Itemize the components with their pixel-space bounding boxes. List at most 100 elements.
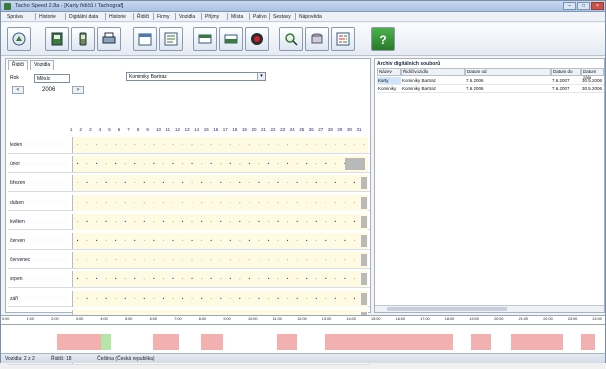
day-cell[interactable]: · (266, 200, 271, 205)
tab-ridici[interactable]: Řidiči (8, 60, 29, 70)
day-cell[interactable]: · (142, 142, 147, 147)
day-cell[interactable]: • (323, 238, 328, 243)
day-cell[interactable]: • (266, 238, 271, 243)
day-cell[interactable]: ◦ (333, 276, 338, 281)
day-cell[interactable]: · (161, 257, 166, 262)
phone-button[interactable] (71, 27, 95, 51)
day-cell[interactable]: · (256, 142, 261, 147)
day-cell[interactable]: ◦ (190, 257, 195, 262)
day-cell[interactable]: · (85, 142, 90, 147)
day-cell[interactable]: - (132, 180, 137, 185)
day-cell[interactable]: - (171, 296, 176, 301)
day-cell[interactable]: - (151, 296, 156, 301)
day-cell[interactable]: • (209, 276, 214, 281)
day-cell[interactable]: • (342, 238, 347, 243)
day-cell[interactable]: · (142, 257, 147, 262)
day-cell[interactable]: ◦ (199, 161, 204, 166)
day-cell[interactable]: • (123, 296, 128, 301)
day-cell[interactable]: ◦ (85, 200, 90, 205)
day-cell[interactable]: • (323, 276, 328, 281)
menu-item[interactable]: Firmy (157, 14, 170, 20)
day-cell[interactable]: • (132, 238, 137, 243)
day-cell[interactable]: • (104, 219, 109, 224)
day-cell[interactable]: • (199, 296, 204, 301)
day-cell[interactable]: • (333, 219, 338, 224)
day-cell[interactable]: • (161, 219, 166, 224)
tacho-disc-button[interactable] (245, 27, 269, 51)
day-cell[interactable]: • (247, 276, 252, 281)
day-cell[interactable]: • (237, 219, 242, 224)
day-cell[interactable]: ◦ (171, 219, 176, 224)
day-cell[interactable]: ◦ (123, 276, 128, 281)
table-cell[interactable]: Kominiky Bartraz (401, 77, 465, 85)
day-cell[interactable]: • (190, 276, 195, 281)
menu-item[interactable]: Místa (231, 14, 243, 20)
day-cell[interactable]: - (151, 180, 156, 185)
day-cell[interactable]: ◦ (171, 257, 176, 262)
day-cell[interactable]: ◦ (295, 200, 300, 205)
day-cell[interactable]: ◦ (161, 200, 166, 205)
day-cell[interactable]: • (295, 296, 300, 301)
day-cell[interactable]: ◦ (333, 161, 338, 166)
day-cell[interactable]: ◦ (113, 142, 118, 147)
day-cell[interactable]: ◦ (199, 200, 204, 205)
day-cell[interactable]: ◦ (75, 219, 80, 224)
column-header[interactable]: Datum od (465, 68, 551, 76)
day-cell[interactable]: ◦ (199, 276, 204, 281)
day-cell[interactable]: - (142, 238, 147, 243)
month-row[interactable]: září -•-•-•-•-•-•-•-•-•-•-•-•-•-•-•- (8, 290, 370, 308)
day-cell[interactable]: - (276, 238, 281, 243)
day-cell[interactable]: - (323, 296, 328, 301)
menu-item[interactable]: Sestavy (273, 14, 291, 20)
month-row[interactable]: srpen•◦•◦•◦•◦•◦•◦•◦•◦•◦•◦•◦•◦•◦•◦•◦• (8, 271, 370, 288)
day-cell[interactable]: • (75, 276, 80, 281)
day-cell[interactable]: ◦ (104, 161, 109, 166)
day-cell[interactable]: · (94, 200, 99, 205)
day-cell[interactable]: • (352, 219, 357, 224)
day-cell[interactable]: • (180, 219, 185, 224)
column-header[interactable]: Datum zálo (581, 68, 604, 80)
day-cell[interactable]: · (237, 142, 242, 147)
day-cell[interactable]: • (237, 296, 242, 301)
day-cell[interactable]: - (228, 296, 233, 301)
day-cell[interactable]: ◦ (342, 219, 347, 224)
day-cell[interactable]: - (247, 296, 252, 301)
day-cell[interactable]: • (94, 161, 99, 166)
day-cell[interactable]: ◦ (123, 200, 128, 205)
day-cell[interactable]: · (123, 142, 128, 147)
day-cell[interactable]: ◦ (151, 219, 156, 224)
day-cell[interactable]: • (247, 161, 252, 166)
day-cell[interactable]: ◦ (94, 219, 99, 224)
day-cell[interactable]: • (314, 296, 319, 301)
day-cell[interactable]: · (190, 200, 195, 205)
day-cell[interactable]: ◦ (228, 257, 233, 262)
day-cell[interactable]: - (295, 238, 300, 243)
day-cell[interactable]: · (113, 200, 118, 205)
maximize-button[interactable]: □ (577, 2, 590, 10)
day-cell[interactable]: • (132, 276, 137, 281)
day-cell[interactable]: • (218, 219, 223, 224)
day-cell[interactable]: • (256, 219, 261, 224)
menu-item[interactable]: Digitální data (69, 14, 98, 20)
day-cell[interactable]: • (285, 276, 290, 281)
month-row[interactable]: březen -•-•-•-•-•-•-•-•-•-•-•-•-•-•-•- (8, 175, 370, 192)
day-cell[interactable]: - (85, 238, 90, 243)
day-cell[interactable]: ◦ (304, 142, 309, 147)
day-cell[interactable]: ◦ (209, 257, 214, 262)
day-cell[interactable]: - (247, 180, 252, 185)
scrollbar-thumb[interactable] (387, 307, 507, 311)
day-cell[interactable]: • (151, 161, 156, 166)
day-cell[interactable]: · (333, 142, 338, 147)
prev-year-button[interactable]: < (12, 86, 24, 94)
day-cell[interactable]: ◦ (180, 276, 185, 281)
table-cell[interactable]: Kominiky Bartraz (401, 85, 465, 93)
day-cell[interactable]: • (218, 180, 223, 185)
day-cell[interactable]: • (151, 238, 156, 243)
day-cell[interactable]: • (171, 238, 176, 243)
calendar-button[interactable] (133, 27, 157, 51)
day-cell[interactable]: ◦ (132, 257, 137, 262)
day-cell[interactable]: ◦ (237, 276, 242, 281)
month-row[interactable]: červenec◦·◦·◦·◦·◦·◦·◦·◦·◦·◦·◦·◦·◦·◦·◦·◦ (8, 252, 370, 269)
column-header[interactable]: Název (377, 68, 401, 76)
day-cell[interactable]: • (342, 276, 347, 281)
